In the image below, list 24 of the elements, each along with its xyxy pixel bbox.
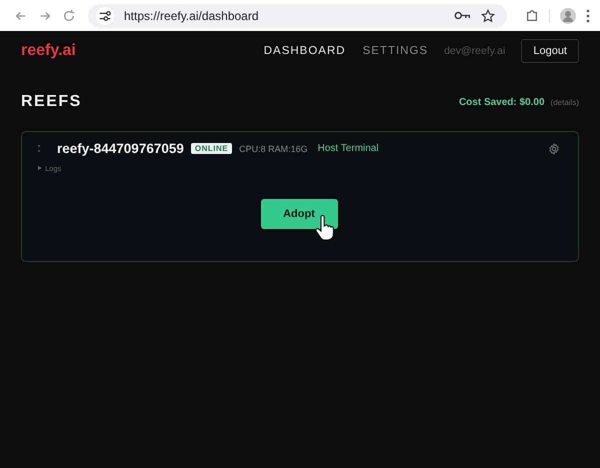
host-terminal-link[interactable]: Host Terminal <box>318 143 379 154</box>
key-icon[interactable] <box>454 10 471 21</box>
extensions-icon[interactable] <box>525 8 539 22</box>
settings-icon[interactable] <box>548 142 560 154</box>
page-title: REEFS <box>21 93 82 111</box>
logo[interactable]: reefy.ai <box>21 42 76 60</box>
profile-avatar[interactable] <box>560 8 576 24</box>
reef-name: reefy-844709767059 <box>57 141 184 156</box>
site-settings-icon[interactable] <box>96 6 114 24</box>
star-icon[interactable] <box>481 8 495 22</box>
logout-button[interactable]: Logout <box>521 39 579 63</box>
cost-saved: Cost Saved: $0.00 <box>458 96 545 108</box>
url-text: https://reefy.ai/dashboard <box>124 8 259 22</box>
status-badge: ONLINE <box>190 143 232 154</box>
drag-handle-icon[interactable] <box>38 145 40 152</box>
reload-icon[interactable] <box>62 8 76 22</box>
user-email: dev@reefy.ai <box>444 45 506 57</box>
nav-link[interactable]: DASHBOARD <box>264 45 346 57</box>
hand-cursor-icon <box>314 215 334 241</box>
address-bar[interactable]: https://reefy.ai/dashboard <box>88 4 507 28</box>
adopt-button[interactable]: Adopt <box>260 199 338 229</box>
nav-link[interactable]: SETTINGS <box>362 45 428 57</box>
reef-specs: CPU:8 RAM:16G <box>239 144 308 154</box>
menu-icon[interactable] <box>586 8 590 22</box>
